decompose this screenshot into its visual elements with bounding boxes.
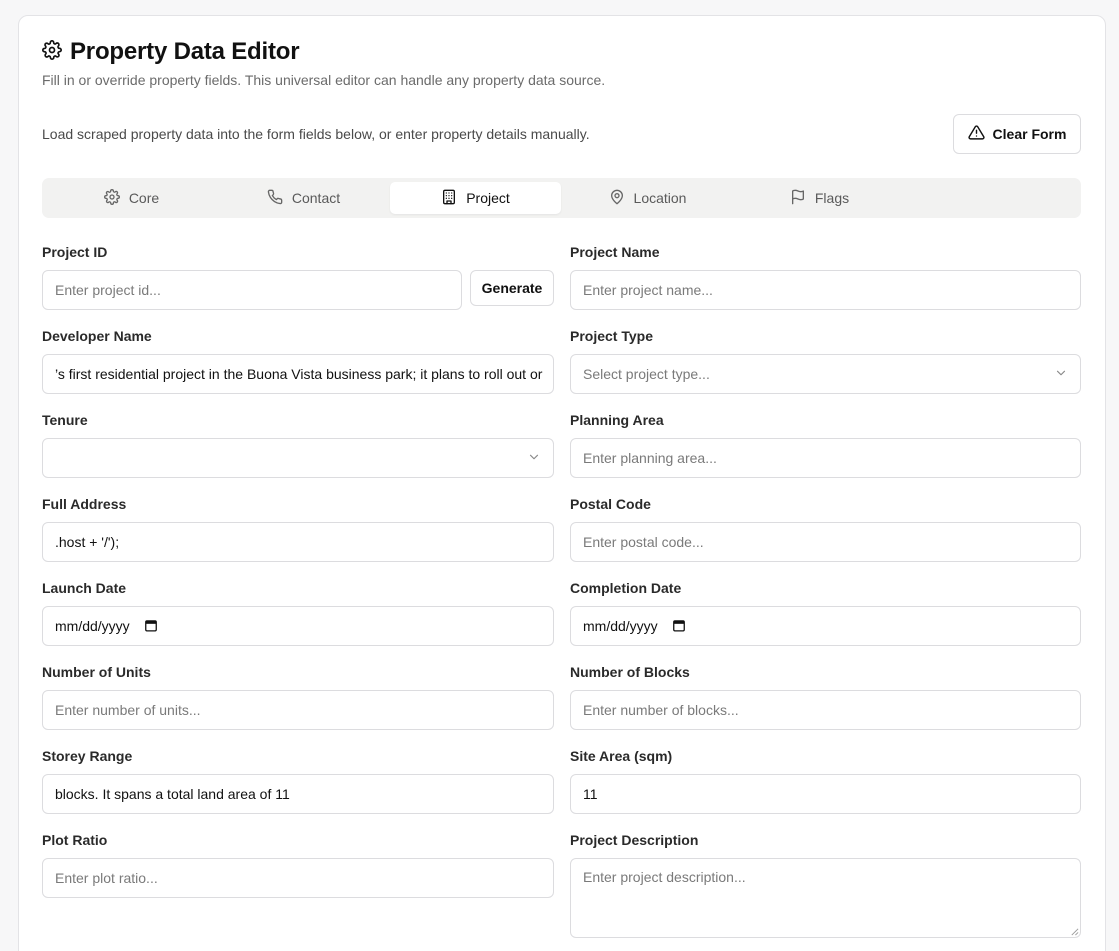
launch-date-input[interactable]: mm/dd/yyyy <box>42 606 554 646</box>
flag-icon <box>790 189 806 208</box>
calendar-icon[interactable] <box>144 618 158 635</box>
warning-icon <box>967 124 985 144</box>
tab-core[interactable]: Core <box>46 182 217 214</box>
num-units-label: Number of Units <box>42 664 151 680</box>
completion-date-input[interactable]: mm/dd/yyyy <box>570 606 1081 646</box>
tab-label: Location <box>633 190 687 206</box>
plot-ratio-input[interactable] <box>42 858 554 898</box>
gear-icon <box>42 39 62 65</box>
tab-project[interactable]: Project <box>390 182 561 214</box>
page-title: Property Data Editor <box>70 38 300 65</box>
num-blocks-input[interactable] <box>570 690 1081 730</box>
num-units-input[interactable] <box>42 690 554 730</box>
project-name-label: Project Name <box>570 244 660 260</box>
phone-icon <box>267 189 283 208</box>
storey-range-input[interactable]: blocks. It spans a total land area of 11 <box>42 774 554 814</box>
building-icon <box>441 189 457 208</box>
site-area-input[interactable]: 11 <box>570 774 1081 814</box>
tab-label: Flags <box>814 190 850 206</box>
project-id-input[interactable] <box>42 270 462 310</box>
tab-contact[interactable]: Contact <box>218 182 389 214</box>
project-description-textarea[interactable] <box>570 858 1081 938</box>
project-type-placeholder: Select project type... <box>583 366 710 382</box>
tab-label: Core <box>128 190 160 206</box>
completion-date-value: mm/dd/yyyy <box>583 618 658 634</box>
completion-date-label: Completion Date <box>570 580 682 596</box>
full-address-label: Full Address <box>42 496 127 512</box>
project-description-label: Project Description <box>570 832 699 848</box>
tenure-label: Tenure <box>42 412 88 428</box>
project-id-label: Project ID <box>42 244 108 260</box>
title-row: Property Data Editor <box>42 38 300 66</box>
launch-date-label: Launch Date <box>42 580 127 596</box>
tab-location[interactable]: Location <box>562 182 733 214</box>
plot-ratio-label: Plot Ratio <box>42 832 108 848</box>
clear-form-label: Clear Form <box>992 126 1067 142</box>
chevron-down-icon <box>1054 366 1068 383</box>
project-type-select[interactable]: Select project type... <box>570 354 1081 394</box>
section-tabs: Core Contact Project Location Flags <box>42 178 1081 218</box>
full-address-input[interactable]: .host + '/'); <box>42 522 554 562</box>
postal-code-input[interactable] <box>570 522 1081 562</box>
num-blocks-label: Number of Blocks <box>570 664 690 680</box>
postal-code-label: Postal Code <box>570 496 651 512</box>
developer-name-label: Developer Name <box>42 328 152 344</box>
calendar-icon[interactable] <box>672 618 686 635</box>
load-instructions: Load scraped property data into the form… <box>42 126 590 142</box>
chevron-down-icon <box>527 450 541 467</box>
developer-name-input[interactable]: ’s first residential project in the Buon… <box>42 354 554 394</box>
map-pin-icon <box>609 189 625 208</box>
project-type-label: Project Type <box>570 328 653 344</box>
site-area-label: Site Area (sqm) <box>570 748 673 764</box>
tenure-select[interactable] <box>42 438 554 478</box>
tab-label: Contact <box>291 190 341 206</box>
resize-grip-icon[interactable] <box>1070 927 1079 936</box>
tab-label: Project <box>466 190 510 206</box>
project-name-input[interactable] <box>570 270 1081 310</box>
launch-date-value: mm/dd/yyyy <box>55 618 130 634</box>
planning-area-label: Planning Area <box>570 412 664 428</box>
gear-icon <box>103 188 120 208</box>
planning-area-input[interactable] <box>570 438 1081 478</box>
clear-form-button[interactable]: Clear Form <box>953 114 1081 154</box>
generate-button[interactable]: Generate <box>470 270 554 306</box>
page-subtitle: Fill in or override property fields. Thi… <box>42 72 606 88</box>
tab-flags[interactable]: Flags <box>734 182 905 214</box>
storey-range-label: Storey Range <box>42 748 133 764</box>
